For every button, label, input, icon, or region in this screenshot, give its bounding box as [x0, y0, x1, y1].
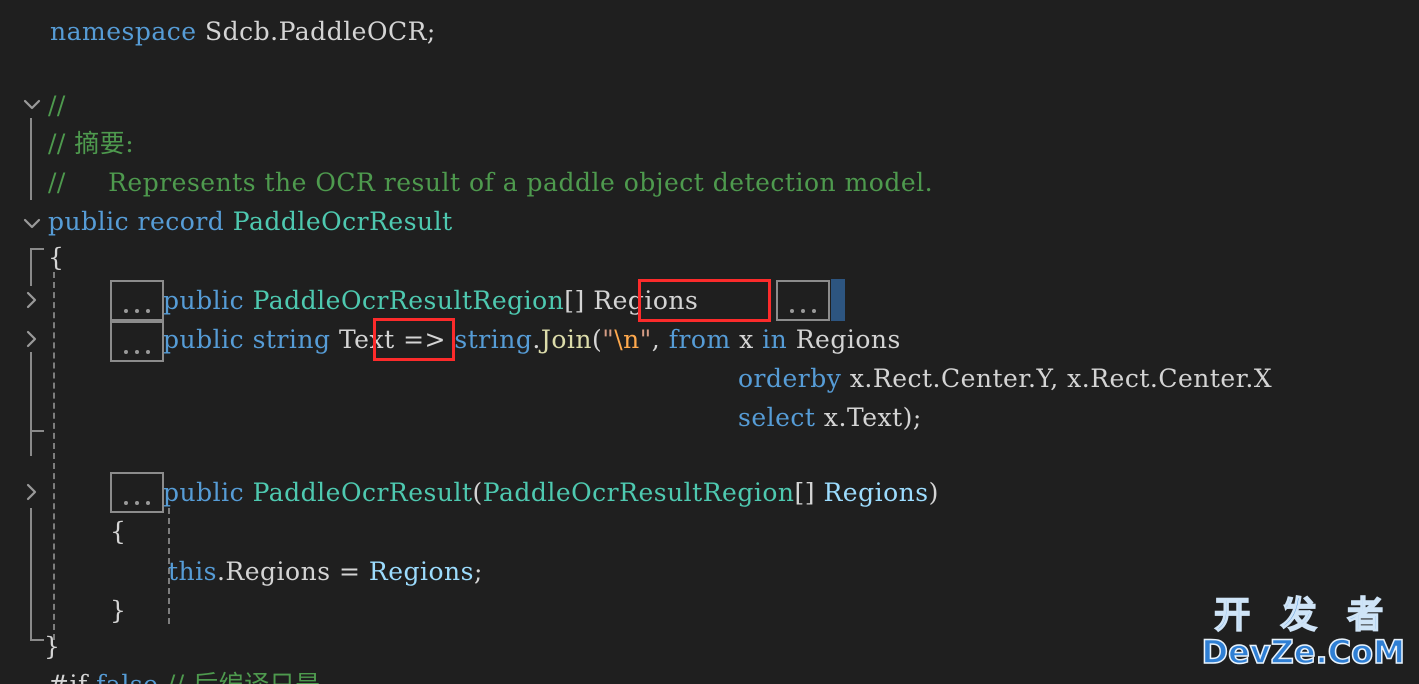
code-token: in [762, 325, 796, 354]
code-line-doc-text: // Represents the OCR result of a paddle… [48, 163, 933, 202]
code-token: public record [48, 207, 233, 236]
code-token: false [96, 670, 158, 684]
code-token: ( [591, 325, 603, 354]
code-line-orderby: orderby x.Rect.Center.Y, x.Rect.Center.X [738, 359, 1272, 398]
dot-3 [146, 350, 150, 354]
code-token: #if [48, 670, 96, 684]
code-token: public [163, 286, 253, 315]
collapsed-region-attr-ctor[interactable] [110, 472, 164, 513]
code-line-record-decl: public record PaddleOcrResult [48, 202, 453, 241]
code-token: ) [928, 478, 939, 507]
code-line-doc-open: // [48, 86, 66, 125]
code-token: // 摘要: [48, 129, 135, 158]
code-token: namespace [50, 17, 205, 46]
code-token: } [110, 596, 127, 625]
highlight-box-regions [638, 279, 771, 322]
collapsed-region-attr-regions[interactable] [110, 280, 164, 321]
code-text-layer: namespace Sdcb.PaddleOCR; // // 摘要: // R… [0, 0, 1419, 684]
code-token: x [739, 325, 763, 354]
watermark: 开 发 者 DevZe.CoM [1201, 595, 1406, 671]
code-token: " [639, 325, 652, 354]
dot-3 [146, 309, 150, 313]
code-token: public [163, 325, 253, 354]
code-line-prop-text: public string Text => string.Join("\n", … [163, 320, 901, 359]
code-line-doc-summary: // 摘要: [48, 124, 134, 163]
caret-selection-block [831, 279, 845, 321]
code-line-namespace: namespace Sdcb.PaddleOCR; [50, 12, 436, 51]
code-token: this [168, 557, 217, 586]
dot-1 [124, 309, 128, 313]
code-token: PaddleOcrResultRegion [482, 478, 795, 507]
code-token: Sdcb.PaddleOCR; [205, 17, 436, 46]
dot-1 [790, 309, 794, 313]
dot-1 [124, 350, 128, 354]
code-token: select [738, 403, 824, 432]
code-line-ctor-open: { [110, 512, 126, 551]
code-token: [] [564, 286, 594, 315]
code-token: { [110, 517, 127, 546]
code-line-if-false: #if false // 后编译只是 [48, 665, 321, 684]
code-line-ctor: public PaddleOcrResult(PaddleOcrResultRe… [163, 473, 939, 512]
highlight-box-text [373, 318, 455, 361]
collapsed-region-attr-text[interactable] [110, 321, 164, 362]
code-token: { [48, 243, 65, 272]
code-token: } [44, 632, 61, 661]
code-token: PaddleOcrResult [232, 207, 453, 236]
code-token: Join [540, 325, 592, 354]
code-editor-surface[interactable]: namespace Sdcb.PaddleOCR; // // 摘要: // R… [0, 0, 1419, 684]
code-token: .Regions = [216, 557, 369, 586]
code-token: Regions [368, 557, 474, 586]
dot-2 [801, 309, 805, 313]
code-line-prop-regions: public PaddleOcrResultRegion[] Regions [163, 281, 698, 320]
code-token: [] [794, 478, 824, 507]
dot-3 [812, 309, 816, 313]
dot-2 [135, 309, 139, 313]
code-token: PaddleOcrResult [252, 478, 473, 507]
watermark-chinese: 开 发 者 [1213, 595, 1393, 636]
code-line-select: select x.Text); [738, 398, 922, 437]
code-token: . [532, 325, 541, 354]
code-token: x.Rect.Center.Y, x.Rect.Center.X [849, 364, 1273, 393]
code-token: from [668, 325, 740, 354]
collapsed-region-regions-accessors[interactable] [776, 280, 830, 321]
code-token: ( [472, 478, 483, 507]
code-token: , [651, 325, 669, 354]
code-token: " [602, 325, 615, 354]
dot-2 [135, 501, 139, 505]
code-token: ; [473, 557, 483, 586]
code-token: \n [614, 325, 640, 354]
dot-3 [146, 501, 150, 505]
code-line-ctor-close: } [110, 591, 126, 630]
code-token: public [163, 478, 253, 507]
dot-1 [124, 501, 128, 505]
code-token: Regions [823, 478, 929, 507]
code-line-assign: this.Regions = Regions; [168, 552, 483, 591]
code-token: orderby [738, 364, 850, 393]
code-line-open-brace: { [48, 238, 64, 277]
code-token: string [252, 325, 339, 354]
code-token: // [48, 91, 66, 120]
code-token: // 后编译只是 [158, 670, 320, 684]
code-token: // Represents the OCR result of a paddle… [48, 168, 934, 197]
watermark-brand: DevZe.CoM [1201, 633, 1406, 671]
code-token: Regions [795, 325, 901, 354]
dot-2 [135, 350, 139, 354]
code-token: x.Text); [823, 403, 922, 432]
code-token: string [454, 325, 533, 354]
code-line-class-close: } [44, 627, 60, 666]
code-token: PaddleOcrResultRegion [252, 286, 565, 315]
